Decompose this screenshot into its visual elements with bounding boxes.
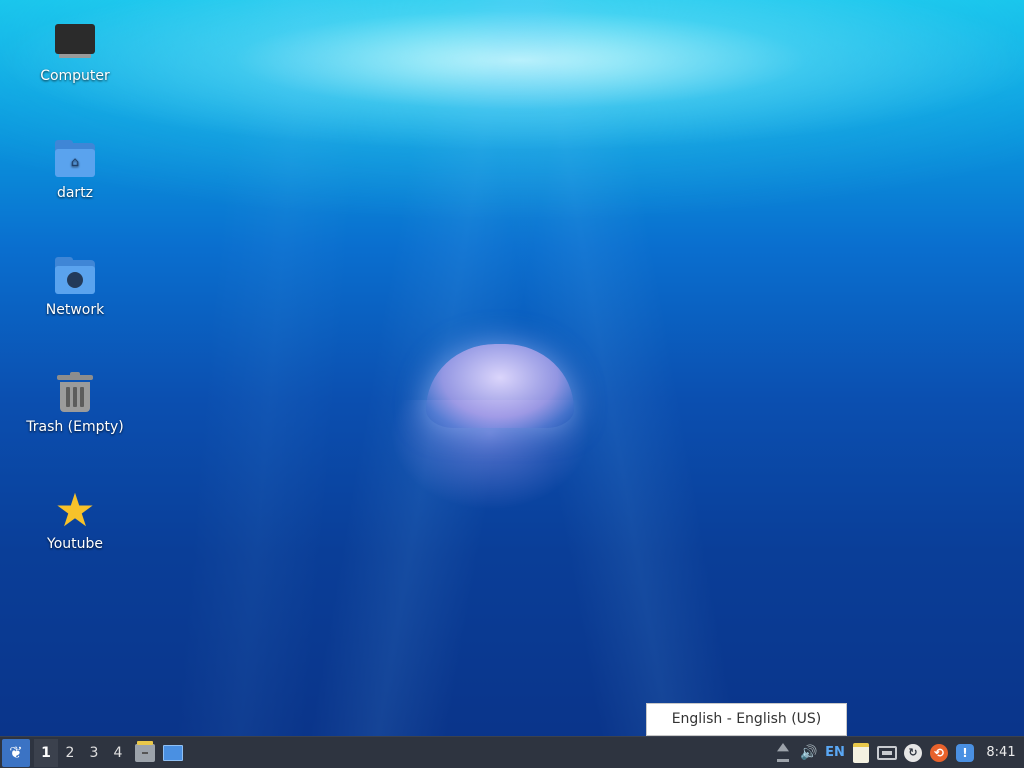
keyboard-layout-indicator[interactable]: EN: [822, 739, 848, 767]
notifications-button[interactable]: !: [952, 739, 978, 767]
network-monitor-icon: [877, 745, 897, 760]
removable-media-button[interactable]: [770, 739, 796, 767]
desktop-icon-computer[interactable]: Computer: [20, 20, 130, 85]
desktop-icon-label: Network: [45, 302, 105, 318]
update-button[interactable]: ↻: [900, 739, 926, 767]
trash-icon: [53, 371, 97, 415]
computer-icon: [53, 20, 97, 64]
show-desktop-button[interactable]: [160, 739, 186, 767]
file-manager-launcher[interactable]: [132, 739, 158, 767]
jellyfish-bell: [426, 344, 574, 428]
desktop-icon-youtube[interactable]: ★ Youtube: [20, 483, 130, 553]
lxqt-menu-icon: ❦: [9, 743, 23, 762]
workspace-1-button[interactable]: 1: [34, 738, 58, 767]
desktop-icon-label: Computer: [40, 68, 110, 84]
update-icon: ↻: [904, 743, 922, 762]
star-icon: ★: [54, 483, 96, 537]
desktop-icon-label: Youtube: [47, 536, 103, 552]
volume-button[interactable]: 🔊: [796, 739, 822, 767]
desktop-icon-network[interactable]: Network: [20, 254, 130, 319]
wallpaper-jellyfish: [380, 340, 600, 510]
taskbar: ❦ 1 2 3 4 🔊 EN ↻ ⟲ ! 8:41: [0, 736, 1024, 768]
clipboard-button[interactable]: [848, 739, 874, 767]
desktop-icon-trash[interactable]: Trash (Empty): [20, 371, 130, 436]
eject-icon: [777, 743, 789, 762]
ubuntu-updates-button[interactable]: ⟲: [926, 739, 952, 767]
clock[interactable]: 8:41: [978, 745, 1024, 760]
show-desktop-icon: [163, 744, 183, 761]
network-button[interactable]: [874, 739, 900, 767]
notification-icon: !: [956, 743, 974, 762]
ubuntu-updates-icon: ⟲: [930, 743, 948, 762]
desktop-icon-home-folder[interactable]: ⌂ dartz: [20, 137, 130, 202]
desktop-icon-label: Trash (Empty): [26, 419, 124, 435]
clipboard-icon: [853, 742, 869, 763]
workspace-4-button[interactable]: 4: [106, 739, 130, 767]
network-folder-icon: [53, 254, 97, 298]
volume-icon: 🔊: [800, 744, 818, 761]
workspace-3-button[interactable]: 3: [82, 739, 106, 767]
home-folder-icon: ⌂: [53, 137, 97, 181]
system-tray: 🔊 EN ↻ ⟲ ! 8:41: [770, 737, 1024, 768]
desktop-icon-label: dartz: [56, 185, 94, 201]
file-manager-icon: [135, 740, 155, 762]
keyboard-layout-tooltip: English - English (US): [646, 703, 847, 736]
application-menu-button[interactable]: ❦: [2, 738, 30, 767]
workspace-2-button[interactable]: 2: [58, 739, 82, 767]
